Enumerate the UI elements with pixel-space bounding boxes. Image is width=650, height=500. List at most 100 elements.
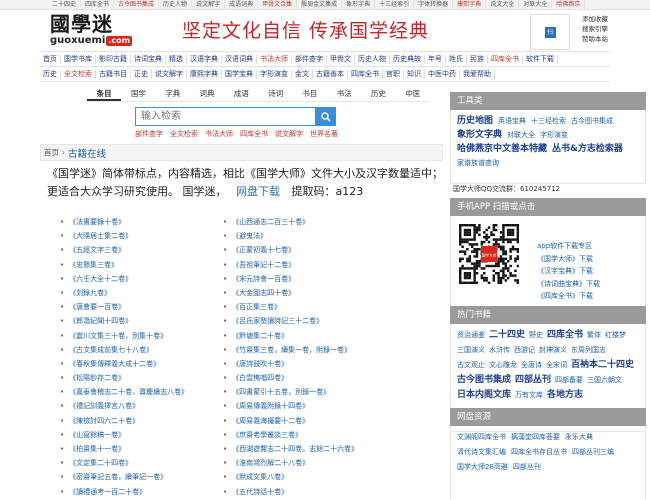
download-link[interactable]: 网盘下载 — [236, 185, 280, 198]
nav-link[interactable]: 我爱帮助 — [460, 69, 495, 79]
book-link[interactable]: 《密齋筆記五卷，續筆記一卷》 — [60, 470, 210, 484]
top-link[interactable]: 字体转换器 — [414, 0, 454, 9]
book-link[interactable]: 《震川文集三十卷，別集十卷》 — [60, 329, 210, 343]
book-link[interactable]: 《大隱居士集二卷》 — [60, 229, 210, 243]
book-link[interactable]: 《默成文集八卷》 — [223, 470, 423, 484]
hot-search-link[interactable]: 全文检索 — [170, 129, 198, 139]
hot-search-link[interactable]: 四库全书 — [240, 129, 268, 139]
app-download-link[interactable]: 《诗词曲宝典》下载 — [537, 278, 600, 291]
hot-book-link[interactable]: 万有文库 — [515, 388, 543, 403]
resource-link[interactable]: 四部丛刊三编 — [572, 445, 614, 460]
tool-link[interactable]: 对联大全 — [507, 128, 535, 142]
nav-link[interactable]: 四库全书 — [488, 54, 523, 64]
hot-book-link[interactable]: 日本内阁文库 — [457, 388, 511, 403]
hot-book-link[interactable]: 全宋词 — [546, 358, 567, 373]
tool-link[interactable]: 历史地图 — [457, 114, 493, 128]
hot-book-link[interactable]: 四库全书 — [547, 328, 583, 343]
tool-link[interactable]: 古今图书集成 — [571, 114, 613, 128]
header-quick-link[interactable]: 赞助本站 — [582, 34, 642, 44]
search-button[interactable] — [316, 107, 336, 126]
book-link[interactable]: 《宋元詩會一百卷》 — [223, 272, 423, 286]
search-tab[interactable]: 条目 — [87, 86, 122, 101]
nav-link[interactable]: 汉语字典 — [187, 54, 222, 64]
tool-link[interactable]: 丛书&方志检索器 — [552, 142, 623, 156]
book-link[interactable]: 《忠懸集三卷》 — [60, 258, 210, 272]
resource-link[interactable]: 四库全书存目丛书 — [511, 445, 567, 460]
book-link[interactable]: 《唐詩鼓吹十卷》 — [223, 357, 423, 371]
book-link[interactable]: 《山西通志二百三十卷》 — [223, 215, 423, 229]
app-download-link[interactable]: 《国学大师》下载 — [537, 253, 600, 266]
app-download-link[interactable]: 《四库全书》下载 — [537, 290, 600, 303]
book-link[interactable]: 《大金國志四十卷》 — [223, 286, 423, 300]
app-download-link[interactable]: app软件下载专区 — [537, 240, 600, 253]
hot-book-link[interactable]: 全唐诗 — [521, 358, 542, 373]
top-link[interactable]: 甲骨文合集 — [258, 0, 298, 9]
nav-link[interactable]: 字形演变 — [257, 69, 292, 79]
nav-link[interactable]: 正史 — [131, 69, 152, 79]
book-link[interactable]: 《四書蒙引十五卷，別錄一卷》 — [223, 385, 423, 399]
hot-book-link[interactable]: 水浒传 — [489, 343, 510, 358]
top-link[interactable]: 殷周金文集成 — [297, 0, 343, 9]
book-link[interactable]: 《法書要錄十卷》 — [60, 215, 210, 229]
app-download-link[interactable]: 《汉字宝典》下载 — [537, 265, 600, 278]
book-link[interactable]: 《正蒙初義十七卷》 — [223, 243, 423, 257]
book-link[interactable]: 《呂氏家塾讀詩記三十二卷》 — [223, 314, 423, 328]
book-link[interactable]: 《剡錄九卷》 — [60, 286, 210, 300]
hot-book-link[interactable]: 封神演义 — [539, 343, 567, 358]
book-link[interactable]: 《竹齋集三卷，續集一卷，附錄一卷》 — [223, 343, 423, 357]
nav-link[interactable]: 年号 — [425, 54, 446, 64]
top-link[interactable]: 对联大全 — [519, 0, 553, 9]
hot-book-link[interactable]: 西游记 — [514, 343, 535, 358]
hot-book-link[interactable]: 三国六朝文 — [587, 373, 622, 388]
hot-book-link[interactable]: 繁体 — [587, 328, 601, 343]
nav-link[interactable]: 说文解字 — [152, 69, 187, 79]
book-link[interactable]: 《五經文字三卷》 — [60, 243, 210, 257]
book-link[interactable]: 《周易傳義附錄十四卷》 — [223, 399, 423, 413]
book-link[interactable]: 《陳檢討四六二十卷》 — [60, 414, 210, 428]
resource-link[interactable]: 国学大师28高雅 — [457, 460, 508, 475]
nav-link[interactable]: 精选 — [166, 54, 187, 64]
book-link[interactable]: 《吾祖筆記十二卷》 — [223, 258, 423, 272]
site-logo[interactable]: 國學迷 guoxuemi .com — [50, 12, 142, 48]
nav-link[interactable]: 康熙字典 — [187, 69, 222, 79]
hot-book-link[interactable]: 资治通鉴 — [457, 328, 485, 343]
book-link[interactable]: 《山窗餘稿一卷》 — [60, 428, 210, 442]
hot-book-link[interactable]: 二十四史 — [489, 328, 525, 343]
search-tab[interactable]: 历史 — [361, 86, 395, 101]
resource-link[interactable]: 四部丛刊 — [513, 460, 541, 475]
nav-link[interactable]: 汉语词典 — [222, 54, 257, 64]
resource-link[interactable]: 摛藻堂四库荟要 — [511, 430, 560, 445]
hot-book-link[interactable]: 四部备要 — [555, 373, 583, 388]
nav-link[interactable]: 历史典故 — [390, 54, 425, 64]
hot-book-link[interactable]: 东周列国志 — [571, 343, 606, 358]
top-link[interactable]: 四库全书 — [81, 0, 115, 9]
nav-link[interactable]: 姓氏 — [446, 54, 467, 64]
nav-link[interactable]: 软件下载 — [523, 54, 558, 64]
book-link[interactable]: 《禮記訓義擇言八卷》 — [60, 399, 210, 413]
book-link[interactable]: 《嘉泰會稽志二十卷，寶慶續志八卷》 — [60, 385, 210, 399]
book-link[interactable]: 《西湖遊覽志二十四卷，志餘二十六卷》 — [223, 442, 423, 456]
tool-link[interactable]: 英语宝典 — [498, 114, 526, 128]
breadcrumb-home[interactable]: 首页 — [44, 147, 59, 158]
nav-link[interactable]: 中医中药 — [425, 69, 460, 79]
hot-search-link[interactable]: 说文解字 — [275, 129, 303, 139]
book-link[interactable]: 《五代詩話十卷》 — [223, 485, 423, 499]
book-link[interactable]: 《六壬大全十二卷》 — [60, 272, 210, 286]
nav-link[interactable]: 诗词宝典 — [131, 54, 166, 64]
top-link[interactable]: 古今图书集成 — [114, 0, 160, 9]
hot-book-link[interactable]: 四部丛刊 — [515, 373, 551, 388]
top-link[interactable]: 康熙字典 — [453, 0, 487, 9]
qr-code-thumbnail[interactable]: 扫 — [530, 14, 570, 50]
book-link[interactable]: 《唐會要一百卷》 — [60, 300, 210, 314]
hot-book-link[interactable]: 古文观止 — [457, 358, 485, 373]
top-link[interactable]: 哈佛燕京 — [552, 0, 586, 9]
nav-link[interactable]: 四库全书 — [348, 69, 383, 79]
header-quick-link[interactable]: 搜索引擎 — [582, 24, 642, 34]
top-link[interactable]: 历史人物 — [159, 0, 193, 9]
nav-link[interactable]: 首页 — [40, 54, 61, 64]
nav-link[interactable]: 知识 — [404, 69, 425, 79]
hot-search-link[interactable]: 书法大师 — [205, 129, 233, 139]
nav-link[interactable]: 古籍书目 — [96, 69, 131, 79]
book-link[interactable]: 《黔塘集二十卷》 — [223, 329, 423, 343]
nav-link[interactable]: 古籍善本 — [313, 69, 348, 79]
